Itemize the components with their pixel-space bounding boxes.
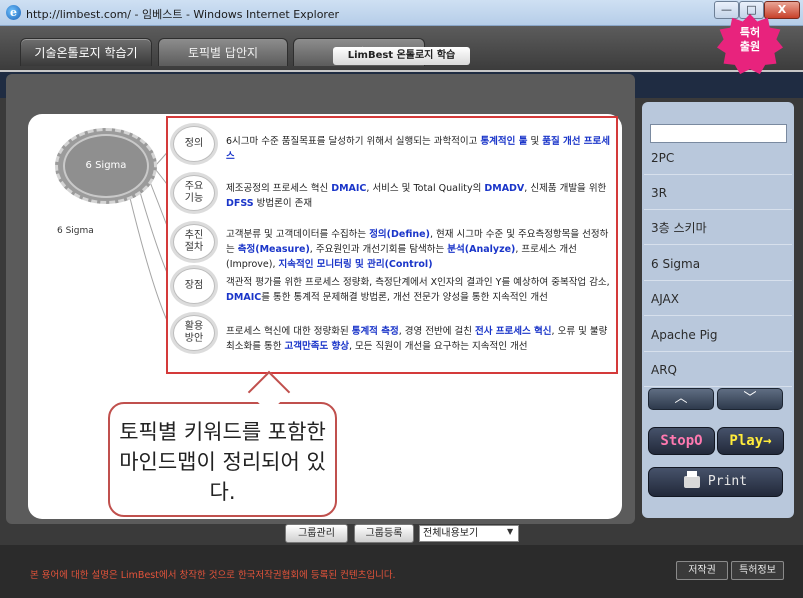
minimize-button[interactable]: —: [714, 1, 739, 19]
page-title: LimBest 온톨로지 학습: [333, 47, 470, 65]
keyword-item[interactable]: 3층 스키마: [644, 211, 792, 245]
highlighted-term: 통계적 측정: [351, 326, 399, 337]
mindmap-node-advantage[interactable]: 장점: [173, 268, 215, 304]
title-bar: e http://limbest.com/ - 임베스트 - Windows I…: [0, 0, 803, 26]
mindmap-center-node[interactable]: 6 Sigma: [63, 134, 149, 198]
patent-badge-label: 특허 출원: [739, 26, 761, 53]
keyword-item[interactable]: ARQ: [644, 353, 792, 387]
scroll-down-button[interactable]: ﹀: [717, 388, 783, 410]
internet-explorer-icon: e: [6, 5, 21, 20]
close-button[interactable]: X: [764, 1, 800, 19]
printer-icon: [683, 470, 700, 488]
text-segment: 방법론이 존재: [253, 198, 313, 209]
highlighted-term: 측정(Measure): [237, 244, 310, 255]
keyword-item[interactable]: 3R: [644, 176, 792, 210]
highlighted-term: 통계적인 툴: [480, 136, 528, 147]
mindmap-node-definition[interactable]: 정의: [173, 126, 215, 162]
keyword-item[interactable]: AJAX: [644, 282, 792, 316]
text-segment: 객관적 평가를 위한 프로세스 정량화, 측정단계에서 X인자의 결과인 Y를 …: [226, 277, 610, 288]
main-function-text: 제조공정의 프로세스 혁신 DMAIC, 서비스 및 Total Quality…: [226, 181, 612, 211]
browser-window: e http://limbest.com/ - 임베스트 - Windows I…: [0, 0, 803, 598]
print-button[interactable]: Print: [648, 467, 783, 497]
mindmap-node-procedure[interactable]: 추진 절차: [173, 224, 215, 260]
text-segment: 6시그마 수준 품질목표를 달성하기 위해서 실행되는 과학적이고: [226, 136, 481, 147]
text-segment: , 주요원인과 개선기회를 탐색하는: [309, 244, 448, 255]
text-segment: , 서비스 및 Total Quality의: [366, 183, 485, 194]
application-text: 프로세스 혁신에 대한 정량화된 통계적 측정, 경영 전반에 걸친 전사 프로…: [226, 324, 612, 354]
stop-button[interactable]: StopO: [648, 427, 715, 455]
mindmap-node-main-function[interactable]: 주요 기능: [173, 175, 215, 211]
copyright-notice: 본 용어에 대한 설명은 LimBest에서 창작한 것으로 한국저작권협회에 …: [30, 570, 396, 581]
highlighted-term: 지속적인 모니터링 및 관리(Control): [278, 259, 433, 270]
keyword-item[interactable]: Apache Pig: [644, 318, 792, 352]
scroll-up-button[interactable]: ︿: [648, 388, 714, 410]
text-segment: 프로세스 혁신에 대한 정량화된: [226, 326, 352, 337]
advantage-text: 객관적 평가를 위한 프로세스 정량화, 측정단계에서 X인자의 결과인 Y를 …: [226, 275, 612, 305]
text-segment: 고객분류 및 고객데이터를 수집하는: [226, 229, 370, 240]
annotation-callout-text: 토픽별 키워드를 포함한 마인드맵이 정리되어 있다.: [119, 420, 326, 504]
procedure-text: 고객분류 및 고객데이터를 수집하는 정의(Define), 현재 시그마 수준…: [226, 227, 612, 272]
view-mode-select[interactable]: 전체내용보기: [419, 525, 519, 542]
keyword-item[interactable]: 6 Sigma: [644, 247, 792, 281]
copyright-button[interactable]: 저작권: [676, 561, 728, 580]
keyword-item[interactable]: 2PC: [644, 141, 792, 175]
text-segment: 를 통한 통계적 문제해결 방법론, 개선 전문가 양성을 통한 지속적인 개선: [261, 292, 548, 303]
group-manage-button[interactable]: 그룹관리: [285, 524, 348, 543]
patent-info-button[interactable]: 특허정보: [731, 561, 784, 580]
mindmap-node-application[interactable]: 활용 방안: [173, 315, 215, 351]
text-segment: , 경영 전반에 걸친: [398, 326, 475, 337]
definition-text: 6시그마 수준 품질목표를 달성하기 위해서 실행되는 과학적이고 통계적인 툴…: [226, 134, 612, 164]
play-button[interactable]: Play→: [717, 427, 784, 455]
highlighted-term: DMAIC: [226, 292, 262, 303]
highlighted-term: 전사 프로세스 혁신: [475, 326, 552, 337]
highlighted-term: 분석(Analyze): [447, 244, 516, 255]
window-title: http://limbest.com/ - 임베스트 - Windows Int…: [26, 8, 339, 21]
highlighted-term: 정의(Define): [369, 229, 430, 240]
text-segment: , 신제품 개발을 위한: [524, 183, 607, 194]
highlighted-term: 고객만족도 향상: [284, 341, 349, 352]
highlighted-term: DMADV: [484, 183, 525, 194]
text-segment: , 모든 직원이 개선을 요구하는 지속적인 개선: [348, 341, 528, 352]
group-register-button[interactable]: 그룹등록: [354, 524, 414, 543]
tab-topic-answers[interactable]: 토픽별 답안지: [158, 38, 288, 66]
print-button-label: Print: [707, 474, 748, 489]
highlighted-term: DFSS: [226, 198, 254, 209]
mindmap-topic-label: 6 Sigma: [57, 226, 94, 236]
highlighted-term: DMAIC: [331, 183, 367, 194]
text-segment: 및: [527, 136, 543, 147]
chevron-down-icon[interactable]: ▼: [507, 527, 513, 536]
text-segment: 제조공정의 프로세스 혁신: [226, 183, 332, 194]
tab-ontology-learner[interactable]: 기술온톨로지 학습기: [20, 38, 152, 66]
